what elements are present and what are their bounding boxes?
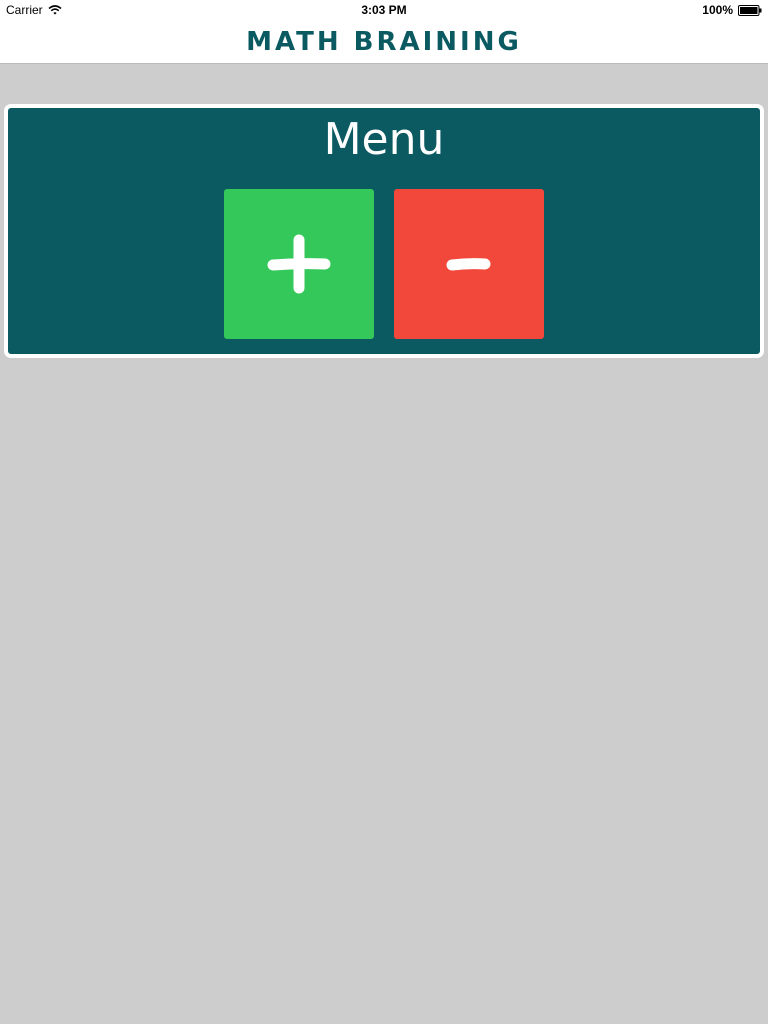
status-right: 100% — [702, 3, 762, 17]
subtraction-button[interactable] — [394, 189, 544, 339]
plus-icon — [267, 234, 331, 294]
app-title: MATH BRAINING — [246, 26, 522, 57]
battery-icon — [738, 4, 762, 16]
navigation-bar: MATH BRAINING — [0, 20, 768, 64]
menu-title: Menu — [323, 114, 445, 165]
status-time: 3:03 PM — [361, 3, 407, 17]
addition-button[interactable] — [224, 189, 374, 339]
status-bar: Carrier 3:03 PM 100% — [0, 0, 768, 20]
menu-panel: Menu — [4, 104, 764, 358]
battery-percent: 100% — [702, 3, 733, 17]
minus-icon — [446, 258, 491, 271]
